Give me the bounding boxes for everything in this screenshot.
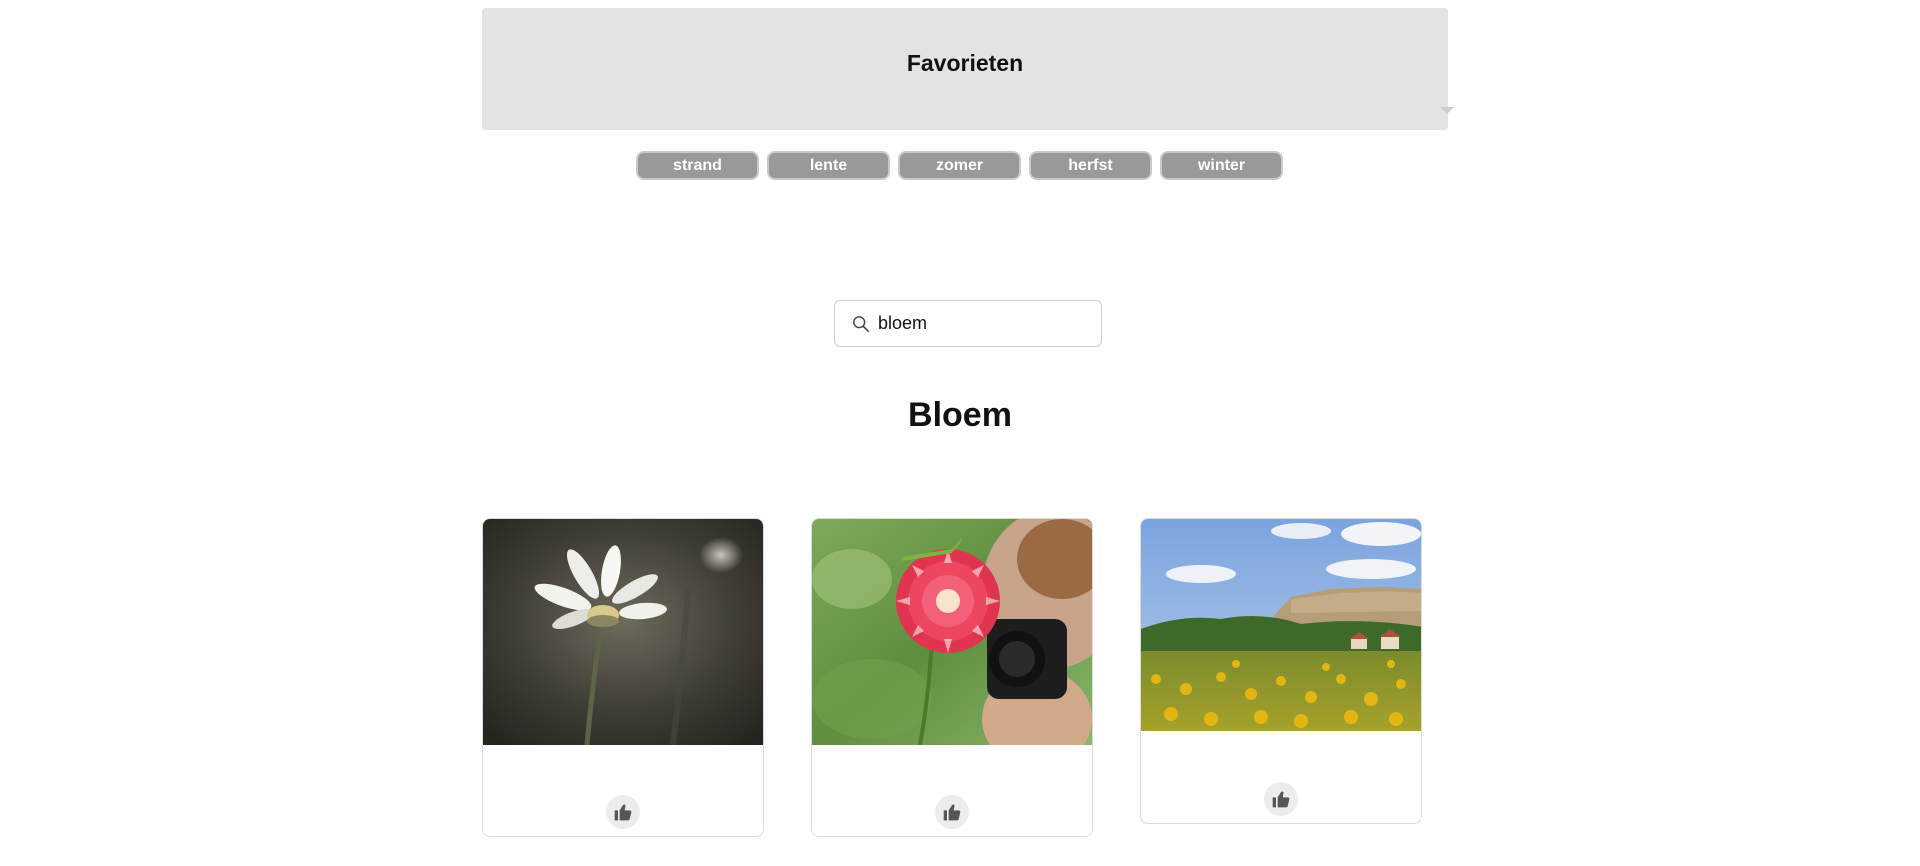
search-icon <box>853 315 870 332</box>
photo-card <box>1140 518 1422 824</box>
favorites-panel[interactable]: Favorieten <box>482 8 1454 130</box>
caret-down-icon[interactable] <box>1440 107 1454 114</box>
tag-strand[interactable]: strand <box>636 151 759 180</box>
photo-white-daisy[interactable] <box>483 519 763 745</box>
favorites-title: Favorieten <box>906 50 1024 76</box>
tag-winter[interactable]: winter <box>1160 151 1283 180</box>
section-title: Bloem <box>908 396 1012 434</box>
tag-zomer[interactable]: zomer <box>898 151 1021 180</box>
thumbs-up-icon <box>614 804 632 821</box>
like-button[interactable] <box>1264 782 1298 816</box>
page: Favorieten strand lente zomer herfst win… <box>0 0 1920 866</box>
photo-card <box>811 518 1093 837</box>
photo-sunflower-field[interactable] <box>1141 519 1421 731</box>
tag-list: strand lente zomer herfst winter <box>636 151 1283 180</box>
like-button[interactable] <box>935 795 969 829</box>
search-input[interactable] <box>878 313 1078 334</box>
photo-card <box>482 518 764 837</box>
search-box[interactable] <box>834 300 1102 347</box>
tag-herfst[interactable]: herfst <box>1029 151 1152 180</box>
like-button[interactable] <box>606 795 640 829</box>
thumbs-up-icon <box>943 804 961 821</box>
thumbs-up-icon <box>1272 791 1290 808</box>
photo-red-dahlia[interactable] <box>812 519 1092 745</box>
tag-lente[interactable]: lente <box>767 151 890 180</box>
